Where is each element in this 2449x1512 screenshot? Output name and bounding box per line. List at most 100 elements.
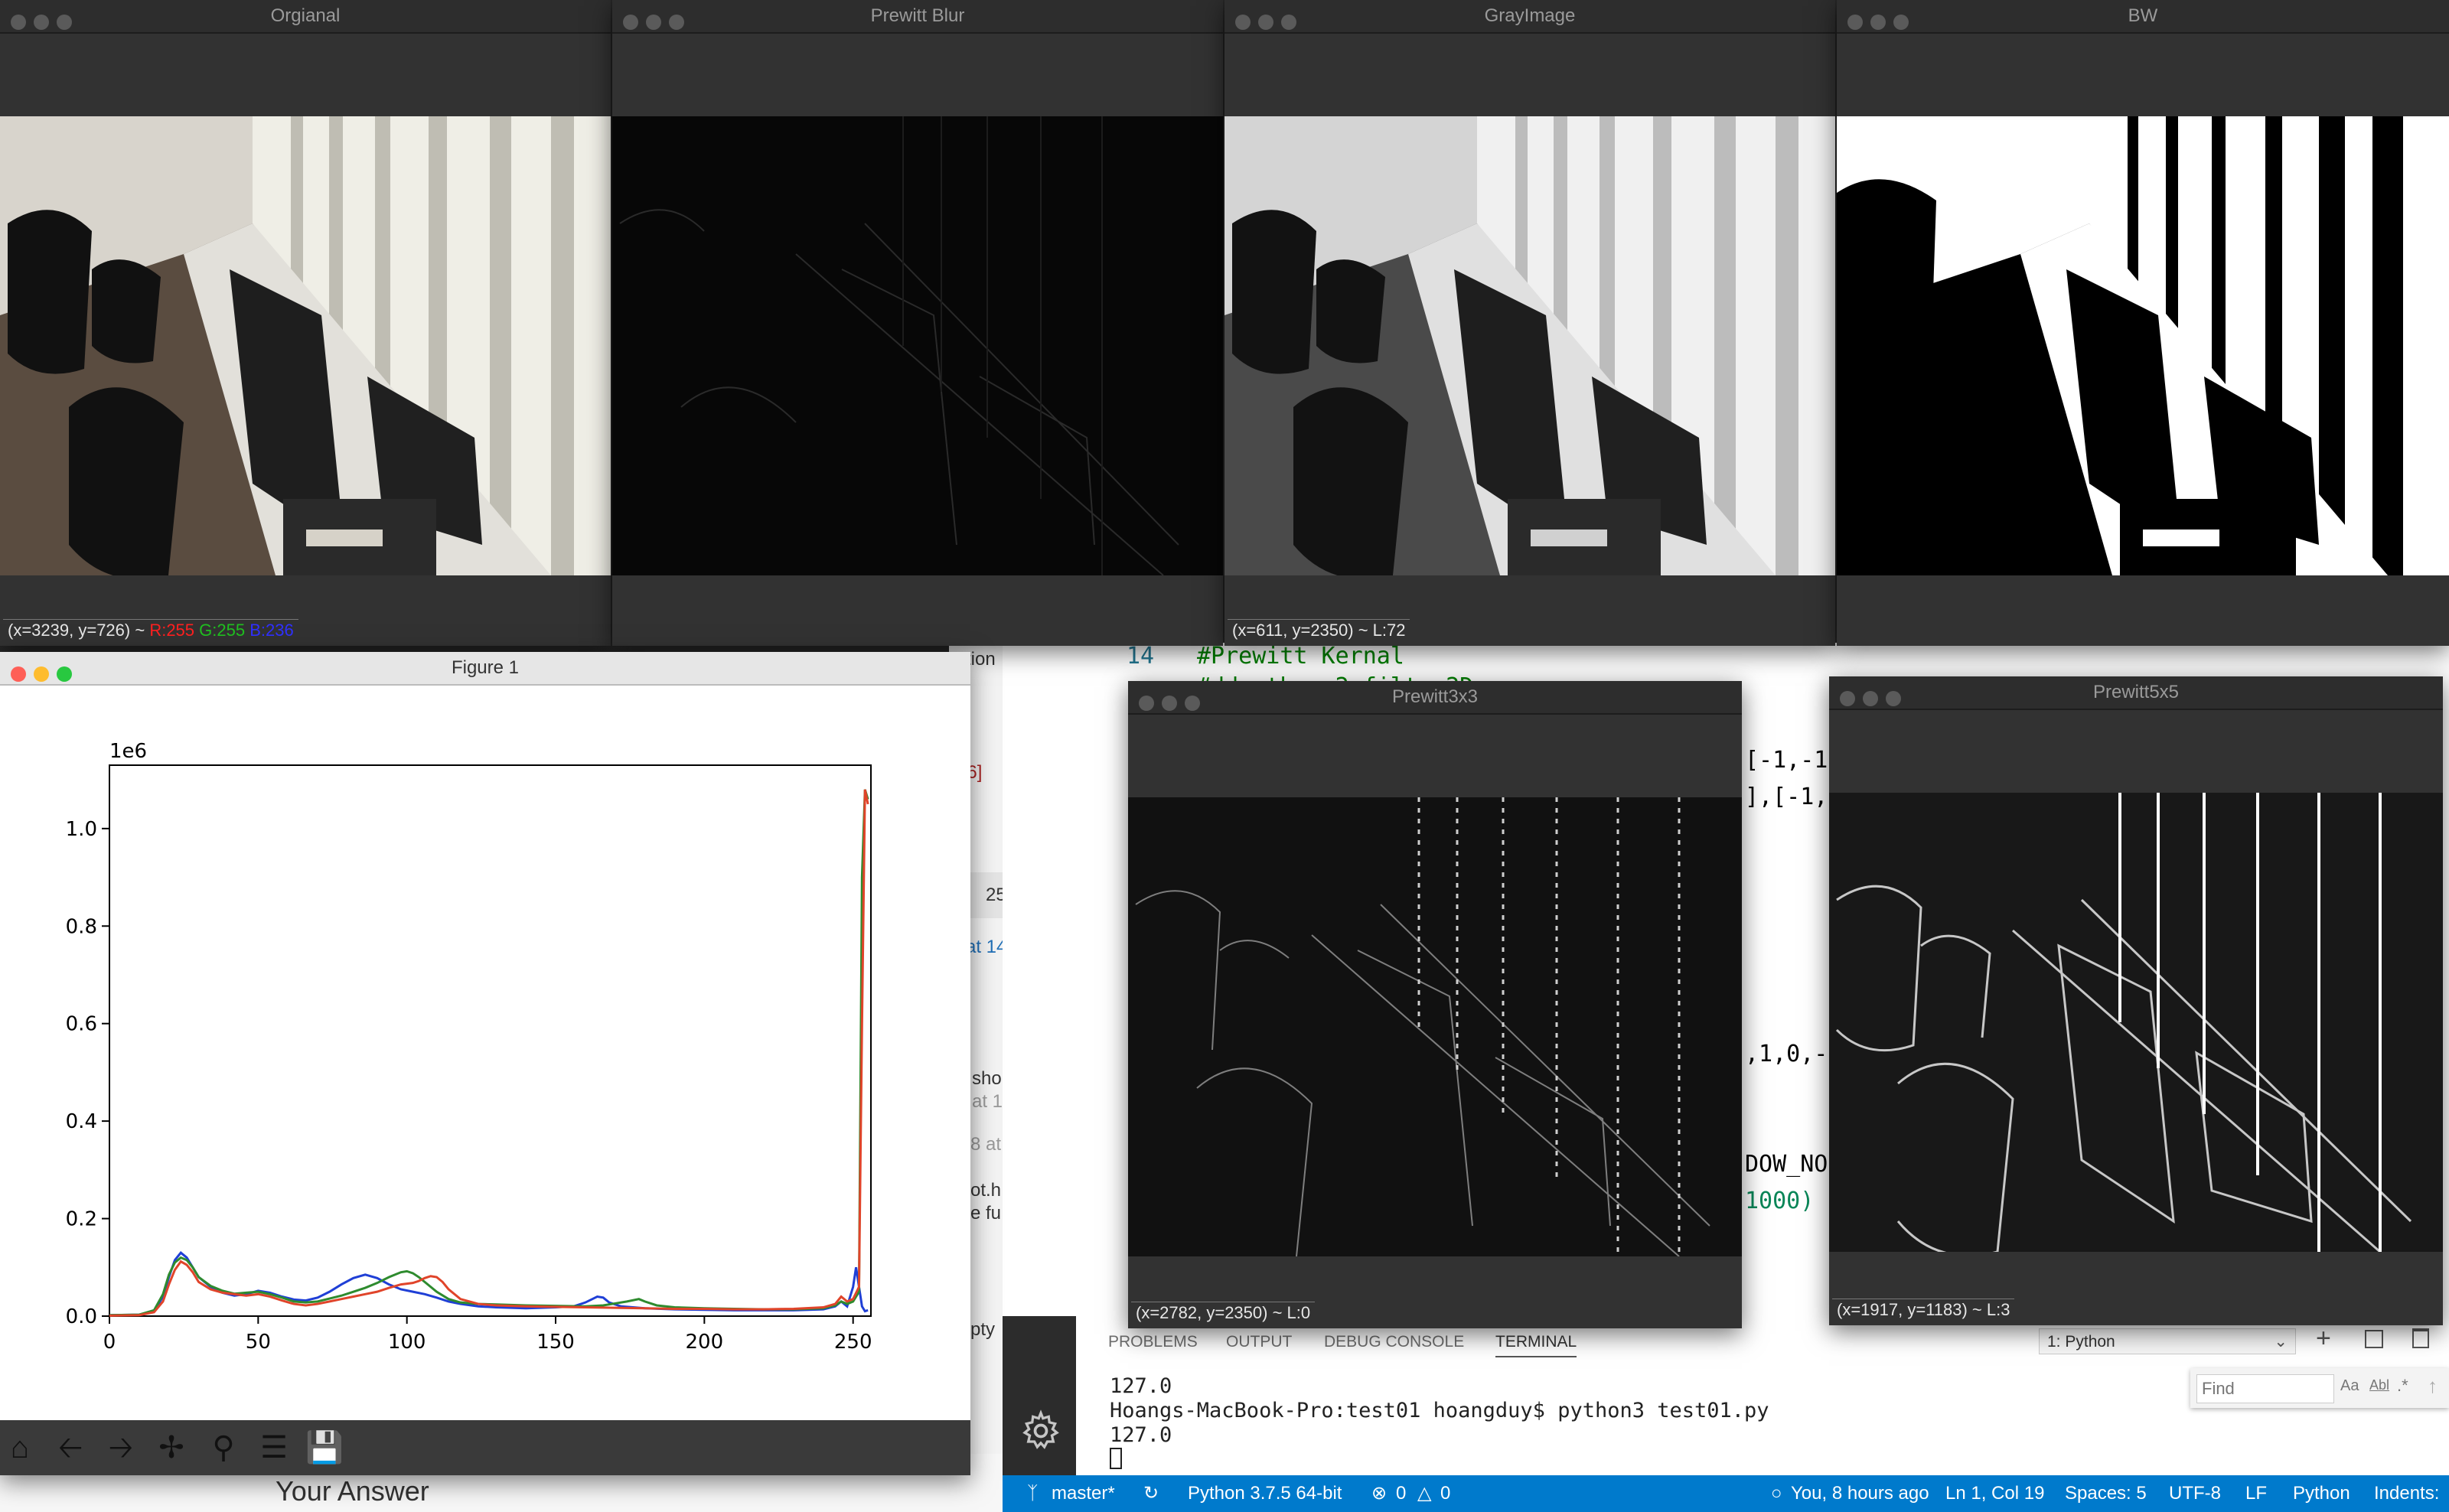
window-title: BW <box>2128 5 2158 26</box>
histogram-chart[interactable]: 1e6 0.0 0.2 0.4 0.6 0.8 1.0 0 50 100 150 200 250 <box>0 686 970 1420</box>
window-prewitt-blur: Prewitt Blur <box>612 0 1223 646</box>
zoom-button[interactable] <box>1185 696 1200 711</box>
y-tick-label: 0.0 <box>66 1305 97 1328</box>
close-button[interactable] <box>1139 696 1154 711</box>
code-comment: #Prewitt Kernal <box>1197 643 1404 670</box>
terminal-select[interactable]: 1: Python ⌄ <box>2039 1328 2296 1354</box>
lightbulb-icon: ○ <box>1771 1483 1782 1504</box>
x-tick-label: 0 <box>103 1331 116 1354</box>
status-indents[interactable]: Indents: <box>2374 1475 2439 1512</box>
find-input[interactable] <box>2196 1374 2334 1403</box>
close-button[interactable] <box>11 15 26 30</box>
forward-icon[interactable]: 🡢 <box>101 1428 141 1468</box>
terminal-line: 127.0 <box>1110 1423 1172 1447</box>
window-toolbar <box>612 34 1223 116</box>
sync-icon[interactable]: ↻ <box>1143 1475 1159 1512</box>
minimize-button[interactable] <box>1863 691 1878 706</box>
back-icon[interactable]: 🡠 <box>51 1428 90 1468</box>
status-errors[interactable]: 0 <box>1396 1475 1406 1512</box>
tab-problems[interactable]: PROBLEMS <box>1108 1333 1198 1351</box>
status-eol[interactable]: LF <box>2245 1475 2267 1512</box>
close-button[interactable] <box>1847 15 1863 30</box>
image-original[interactable] <box>0 116 611 575</box>
status-position[interactable]: Ln 1, Col 19 <box>1945 1475 2044 1512</box>
axis-scale-label: 1e6 <box>109 740 147 763</box>
tab-output[interactable]: OUTPUT <box>1226 1333 1292 1351</box>
close-button[interactable] <box>1235 15 1251 30</box>
status-spaces[interactable]: Spaces: 5 <box>2065 1475 2147 1512</box>
home-icon[interactable]: ⌂ <box>0 1428 40 1468</box>
window-title: Prewitt Blur <box>870 5 965 26</box>
series-line <box>109 789 869 1317</box>
status-warnings[interactable]: 0 <box>1440 1475 1450 1512</box>
regex-icon[interactable]: .* <box>2397 1376 2408 1396</box>
image-prewitt-blur[interactable] <box>612 116 1223 575</box>
save-icon[interactable]: 💾 <box>305 1428 344 1468</box>
window-titlebar: GrayImage <box>1224 0 1835 34</box>
green-value: G:255 <box>199 621 246 640</box>
image-bw[interactable] <box>1837 116 2449 575</box>
x-tick-label: 50 <box>246 1331 271 1354</box>
image-gray[interactable] <box>1224 116 1835 575</box>
window-title: Prewitt5x5 <box>2092 682 2180 702</box>
y-axis: 0.0 0.2 0.4 0.6 0.8 1.0 <box>66 818 109 1328</box>
pixel-readout: (x=611, y=2350) ~ L:72 <box>1228 619 1410 641</box>
window-title: GrayImage <box>1484 5 1576 26</box>
arrow-up-icon[interactable]: ↑ <box>2428 1374 2438 1398</box>
close-button[interactable] <box>11 666 26 682</box>
y-tick-label: 0.2 <box>66 1208 97 1231</box>
status-encoding[interactable]: UTF-8 <box>2169 1475 2221 1512</box>
figure-toolbar: ⌂ 🡠 🡢 ✢ ⚲ ☰ 💾 <box>0 1420 970 1475</box>
gear-icon[interactable] <box>1019 1409 1062 1452</box>
y-tick-label: 1.0 <box>66 818 97 841</box>
window-title: Orgianal <box>270 5 341 26</box>
zoom-button[interactable] <box>57 666 72 682</box>
minimize-button[interactable] <box>34 15 49 30</box>
status-language[interactable]: Python <box>2293 1475 2350 1512</box>
close-button[interactable] <box>1840 691 1855 706</box>
zoom-icon[interactable]: ⚲ <box>204 1428 243 1468</box>
tab-terminal[interactable]: TERMINAL <box>1495 1333 1577 1357</box>
tab-debug-console[interactable]: DEBUG CONSOLE <box>1324 1333 1464 1351</box>
pan-icon[interactable]: ✢ <box>152 1428 191 1468</box>
configure-icon[interactable]: ☰ <box>254 1428 294 1468</box>
window-title: Figure 1 <box>451 657 520 678</box>
window-statusbar <box>612 615 1223 646</box>
minimize-button[interactable] <box>1162 696 1177 711</box>
status-python[interactable]: Python 3.7.5 64-bit <box>1188 1475 1342 1512</box>
whole-word-icon[interactable]: Abl <box>2369 1377 2389 1393</box>
status-branch[interactable]: master* <box>1052 1475 1115 1512</box>
minimize-button[interactable] <box>1870 15 1886 30</box>
image-prewitt3x3[interactable] <box>1128 797 1742 1256</box>
zoom-button[interactable] <box>57 15 72 30</box>
minimize-button[interactable] <box>34 666 49 682</box>
split-terminal-icon[interactable] <box>2365 1330 2383 1348</box>
y-tick-label: 0.4 <box>66 1110 97 1133</box>
minimize-button[interactable] <box>646 15 661 30</box>
pixel-readout: (x=1917, y=1183) ~ L:3 <box>1832 1299 2015 1321</box>
status-blame[interactable]: You, 8 hours ago <box>1791 1475 1929 1512</box>
zoom-button[interactable] <box>1886 691 1901 706</box>
minimize-button[interactable] <box>1258 15 1273 30</box>
terminal-line: 127.0 <box>1110 1374 1172 1398</box>
terminal-line: Hoangs-MacBook-Pro:test01 hoangduy$ pyth… <box>1110 1399 1769 1422</box>
window-statusbar: (x=2782, y=2350) ~ L:0 <box>1128 1298 1742 1328</box>
zoom-button[interactable] <box>1893 15 1909 30</box>
window-statusbar: (x=611, y=2350) ~ L:72 <box>1224 615 1835 646</box>
window-titlebar: Figure 1 <box>0 652 970 686</box>
add-terminal-icon[interactable]: + <box>2316 1324 2331 1354</box>
image-prewitt5x5[interactable] <box>1829 793 2443 1252</box>
terminal-select-value: 1: Python <box>2047 1333 2115 1351</box>
match-case-icon[interactable]: Aa <box>2340 1377 2359 1395</box>
trash-icon[interactable] <box>2412 1328 2429 1348</box>
zoom-button[interactable] <box>1281 15 1296 30</box>
zoom-button[interactable] <box>669 15 684 30</box>
window-toolbar <box>1224 34 1835 116</box>
bg-text-fragment: sho <box>972 1068 1002 1089</box>
window-toolbar <box>1829 710 2443 793</box>
chevron-down-icon: ⌄ <box>2274 1333 2288 1351</box>
window-prewitt3x3: Prewitt3x3 (x=2782, y=2350) ~ L:0 <box>1128 681 1742 1328</box>
close-button[interactable] <box>623 15 638 30</box>
bg-text-fragment: e fu <box>970 1203 1002 1224</box>
find-widget: Aa Abl .* ↑ <box>2190 1368 2449 1408</box>
